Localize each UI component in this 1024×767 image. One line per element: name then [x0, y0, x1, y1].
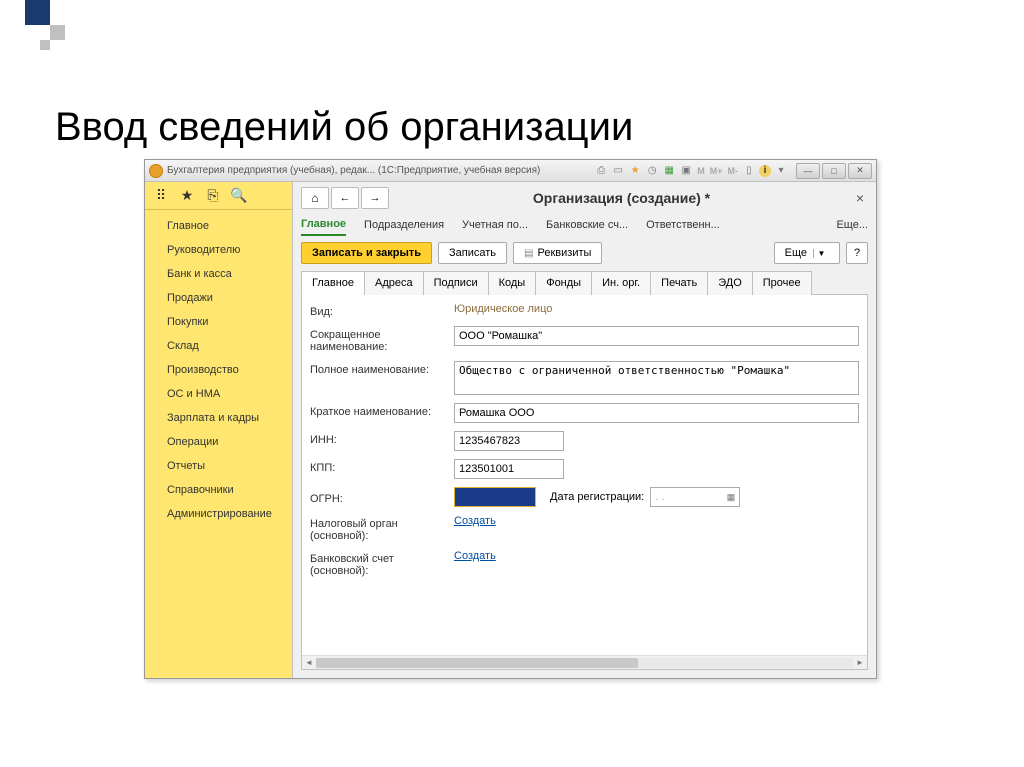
- browse-icon[interactable]: ▭: [611, 164, 625, 178]
- nav-row: ⌂ ← → Организация (создание) * ×: [293, 182, 876, 214]
- bank-create-link[interactable]: Создать: [454, 550, 496, 562]
- scroll-left-icon[interactable]: ◄: [302, 657, 316, 669]
- calendar-icon[interactable]: ▦: [727, 492, 736, 503]
- titlebar-toolbar: ⎙ ▭ ★ ◷ ▦ ▣ M M+ M- ▯ i ▾: [594, 164, 788, 178]
- sidebar-item-references[interactable]: Справочники: [145, 478, 292, 502]
- requisites-button[interactable]: Реквизиты: [513, 242, 602, 264]
- inner-tab-addresses[interactable]: Адреса: [364, 271, 424, 295]
- more-button[interactable]: Еще▼: [774, 242, 840, 264]
- kpp-label: КПП:: [310, 459, 454, 474]
- calculator-icon[interactable]: ▦: [662, 164, 676, 178]
- sidebar-item-sales[interactable]: Продажи: [145, 286, 292, 310]
- section-tab-bank[interactable]: Банковские сч...: [546, 215, 628, 235]
- panel-icon[interactable]: ▯: [742, 164, 756, 178]
- sidebar-toolbar: ⠿ ★ ⎘ 🔍: [145, 182, 292, 210]
- inner-tab-main[interactable]: Главное: [301, 271, 365, 295]
- help-button[interactable]: ?: [846, 242, 868, 264]
- scroll-right-icon[interactable]: ►: [853, 657, 867, 669]
- inn-label: ИНН:: [310, 431, 454, 446]
- sidebar-item-assets[interactable]: ОС и НМА: [145, 382, 292, 406]
- section-tab-divisions[interactable]: Подразделения: [364, 215, 444, 235]
- print-icon[interactable]: ⎙: [594, 164, 608, 178]
- sidebar-item-admin[interactable]: Администрирование: [145, 502, 292, 526]
- short-name-input[interactable]: [454, 326, 859, 346]
- app-icon: [149, 164, 163, 178]
- shortcut-icon[interactable]: ⎘: [205, 188, 221, 204]
- sidebar-item-salary[interactable]: Зарплата и кадры: [145, 406, 292, 430]
- reg-date-input[interactable]: . . ▦: [650, 487, 740, 507]
- back-button[interactable]: ←: [331, 187, 359, 209]
- favorite-icon[interactable]: ★: [628, 164, 642, 178]
- sidebar-item-bank[interactable]: Банк и касса: [145, 262, 292, 286]
- info-icon[interactable]: i: [759, 165, 771, 177]
- sidebar-item-main[interactable]: Главное: [145, 214, 292, 238]
- window-controls: — □ ✕: [794, 163, 872, 179]
- minimize-button[interactable]: —: [796, 163, 820, 179]
- maximize-button[interactable]: □: [822, 163, 846, 179]
- ogrn-input[interactable]: [454, 487, 536, 507]
- ogrn-label: ОГРН:: [310, 490, 454, 505]
- short-name-label: Сокращенное наименование:: [310, 326, 454, 353]
- scale-mplus-icon[interactable]: M+: [709, 166, 724, 176]
- scale-mminus-icon[interactable]: M-: [727, 166, 740, 176]
- full-name-input[interactable]: Общество с ограниченной ответственностью…: [454, 361, 859, 395]
- section-tab-responsible[interactable]: Ответственн...: [646, 215, 720, 235]
- write-close-button[interactable]: Записать и закрыть: [301, 242, 432, 264]
- chevron-down-icon: ▼: [813, 249, 829, 258]
- reg-date-label: Дата регистрации:: [550, 491, 644, 503]
- tax-label: Налоговый орган (основной):: [310, 515, 454, 542]
- inner-tab-other[interactable]: Прочее: [752, 271, 812, 295]
- inner-tab-foreign[interactable]: Ин. орг.: [591, 271, 651, 295]
- bank-label: Банковский счет (основной):: [310, 550, 454, 577]
- inner-tab-print[interactable]: Печать: [650, 271, 708, 295]
- calendar-icon[interactable]: ▣: [679, 164, 693, 178]
- brief-name-label: Краткое наименование:: [310, 403, 454, 418]
- inner-tab-funds[interactable]: Фонды: [535, 271, 592, 295]
- brief-name-input[interactable]: [454, 403, 859, 423]
- titlebar-text: Бухгалтерия предприятия (учебная), редак…: [167, 165, 594, 176]
- main-panel: ⌂ ← → Организация (создание) * × Главное…: [293, 182, 876, 678]
- write-button[interactable]: Записать: [438, 242, 507, 264]
- inner-tab-edo[interactable]: ЭДО: [707, 271, 753, 295]
- section-tab-main[interactable]: Главное: [301, 214, 346, 236]
- reg-date-value: . .: [655, 491, 664, 503]
- tab-close-icon[interactable]: ×: [852, 190, 868, 206]
- sidebar-item-reports[interactable]: Отчеты: [145, 454, 292, 478]
- slide-title: Ввод сведений об организации: [55, 105, 633, 150]
- sidebar-item-operations[interactable]: Операции: [145, 430, 292, 454]
- action-toolbar: Записать и закрыть Записать Реквизиты Ещ…: [293, 236, 876, 270]
- full-name-label: Полное наименование:: [310, 361, 454, 376]
- sidebar-item-manager[interactable]: Руководителю: [145, 238, 292, 262]
- inner-tabs: Главное Адреса Подписи Коды Фонды Ин. ор…: [301, 270, 868, 295]
- section-tab-policy[interactable]: Учетная по...: [462, 215, 528, 235]
- sidebar: ⠿ ★ ⎘ 🔍 Главное Руководителю Банк и касс…: [145, 182, 293, 678]
- inner-tab-signatures[interactable]: Подписи: [423, 271, 489, 295]
- favorites-icon[interactable]: ★: [179, 188, 195, 204]
- sidebar-item-production[interactable]: Производство: [145, 358, 292, 382]
- form-area: Вид: Юридическое лицо Сокращенное наимен…: [301, 295, 868, 670]
- vid-label: Вид:: [310, 303, 454, 318]
- window-titlebar: Бухгалтерия предприятия (учебная), редак…: [145, 160, 876, 182]
- page-title: Организация (создание) *: [391, 190, 852, 206]
- vid-value[interactable]: Юридическое лицо: [454, 303, 552, 315]
- kpp-input[interactable]: [454, 459, 564, 479]
- home-button[interactable]: ⌂: [301, 187, 329, 209]
- sidebar-item-warehouse[interactable]: Склад: [145, 334, 292, 358]
- sidebar-item-purchases[interactable]: Покупки: [145, 310, 292, 334]
- close-button[interactable]: ✕: [848, 163, 872, 179]
- sections-icon[interactable]: ⠿: [153, 188, 169, 204]
- scale-m-icon[interactable]: M: [696, 166, 706, 176]
- horizontal-scrollbar[interactable]: ◄ ►: [302, 655, 867, 669]
- dropdown-icon[interactable]: ▾: [774, 164, 788, 178]
- sidebar-items: Главное Руководителю Банк и касса Продаж…: [145, 210, 292, 678]
- history-icon[interactable]: ◷: [645, 164, 659, 178]
- inner-tab-codes[interactable]: Коды: [488, 271, 537, 295]
- section-tabs: Главное Подразделения Учетная по... Банк…: [293, 214, 876, 236]
- forward-button[interactable]: →: [361, 187, 389, 209]
- section-tab-more[interactable]: Еще...: [836, 215, 868, 235]
- tax-create-link[interactable]: Создать: [454, 515, 496, 527]
- app-window: Бухгалтерия предприятия (учебная), редак…: [144, 159, 877, 679]
- search-icon[interactable]: 🔍: [231, 188, 247, 204]
- inn-input[interactable]: [454, 431, 564, 451]
